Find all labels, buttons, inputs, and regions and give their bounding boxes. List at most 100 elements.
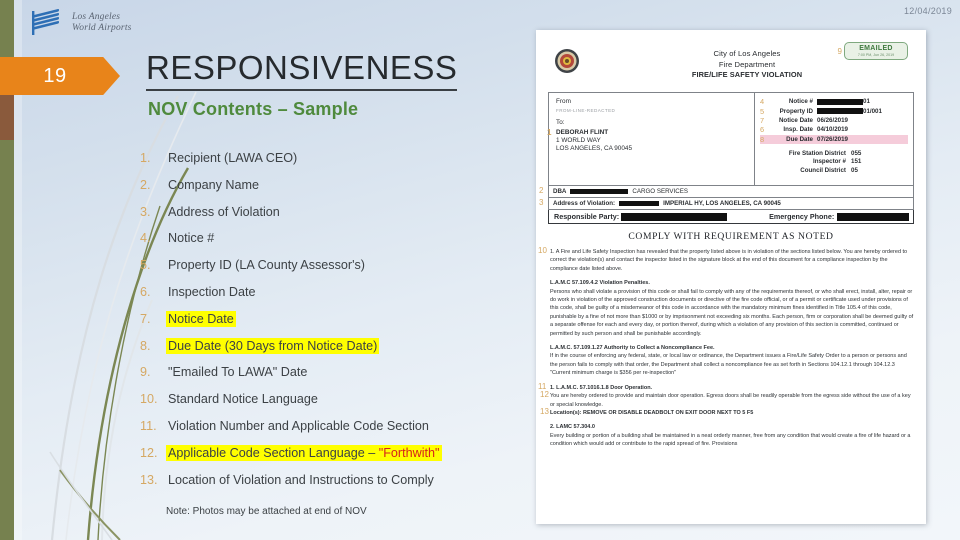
station-field-row: Council District 05 — [760, 166, 908, 175]
nov-list-note: Note: Photos may be attached at end of N… — [166, 506, 367, 518]
violation-1-location: Location(s): REMOVE OR DISABLE DEADBOLT … — [550, 409, 754, 416]
notice-field-value: 07/26/2019 — [817, 135, 848, 143]
notice-field-label: Notice Date — [778, 116, 813, 124]
callout-9: 9 — [837, 47, 842, 56]
fee-paragraph: If in the course of enforcing any federa… — [550, 353, 907, 368]
nov-list-item: 4. Notice # — [140, 230, 520, 257]
station-field-label: Fire Station District — [788, 149, 846, 157]
nov-list-item-number: 8. — [140, 338, 151, 353]
nov-list-item: 11. Violation Number and Applicable Code … — [140, 418, 520, 445]
nov-list-item-label-text: Applicable Code Section Language – — [168, 445, 379, 460]
nov-list-item-number: 6. — [140, 284, 151, 299]
notice-field-label: Due Date — [786, 135, 813, 143]
nov-list-item: 10. Standard Notice Language — [140, 391, 520, 418]
nov-list-item-label: Notice # — [168, 231, 215, 246]
violation-1-text: You are hereby ordered to provide and ma… — [550, 393, 911, 408]
dba-value: CARGO SERVICES — [632, 188, 688, 195]
responsible-party-label: Responsible Party: — [554, 212, 620, 221]
dba-row: 2 DBA CARGO SERVICES — [539, 186, 914, 198]
nov-list-item: 5. Property ID (LA County Assessor's) — [140, 257, 520, 284]
emailed-stamp: EMAILED 7:00 PM, Jun 26, 2019 — [844, 42, 908, 60]
nov-list-item-label: Location of Violation and Instructions t… — [168, 472, 434, 487]
recipient-city: LOS ANGELES, CA 90045 — [556, 145, 633, 153]
notice-field-row: 5 Property ID 01/001 — [760, 106, 908, 116]
recipient-street: 1 WORLD WAY — [556, 137, 601, 145]
standard-notice-paragraph: 1. A Fire and Life Safety Inspection has… — [550, 249, 908, 272]
recipient-name: DEBORAH FLINT — [556, 129, 609, 136]
nov-list-item: 1. Recipient (LAWA CEO) — [140, 150, 520, 177]
nov-list-item-label: Standard Notice Language — [168, 392, 318, 407]
emergency-phone-label: Emergency Phone: — [769, 212, 835, 221]
penalty-heading: L.A.M.C 57.109.4.2 Violation Penalties. — [550, 280, 650, 287]
nov-list-item-number: 9. — [140, 365, 151, 380]
recipient-block: 1 DEBORAH FLINT 1 WORLD WAY LOS ANGELES,… — [547, 128, 747, 154]
callout-12: 12 — [540, 390, 549, 400]
lawa-logo-line1: Los Angeles — [72, 12, 121, 22]
nov-list-item-label-accent: "Forthwith" — [378, 445, 440, 460]
nov-list-item-label: Address of Violation — [168, 204, 280, 219]
document-header-line2: Fire Department — [718, 59, 776, 69]
violation-2-block: 2. LAMC 57.304.0 Every building or porti… — [548, 423, 914, 448]
responsible-party-redaction — [621, 212, 728, 221]
nov-list-item-label: Applicable Code Section Language – "Fort… — [166, 444, 442, 461]
address-of-violation-label: Address of Violation: — [553, 200, 616, 207]
nov-list-item-label: "Emailed To LAWA" Date — [168, 365, 308, 380]
station-field-value: 05 — [851, 166, 858, 174]
slide-number-banner: 19 — [0, 57, 120, 95]
notice-field-row: 7 Notice Date 06/26/2019 — [760, 116, 908, 125]
document-notice-fields: 4 Notice # 01 5 Property ID 01/001 7 Notice Dat… — [755, 93, 913, 185]
fee-note: "Current minimum charge is $356 per re-i… — [550, 370, 677, 377]
fee-heading: L.A.M.C. 57.109.1.27 Authority to Collec… — [550, 345, 715, 352]
to-label: To: — [556, 119, 565, 126]
notice-field-callout: 4 — [760, 97, 765, 107]
violation-1-heading: 1. L.A.M.C. 57.1016.1.8 Door Operation. — [550, 384, 653, 391]
notice-field-row: 6 Insp. Date 04/10/2019 — [760, 125, 908, 134]
from-value: FROM-LINE-REDACTED — [556, 108, 616, 113]
comply-heading: COMPLY WITH REQUIREMENT AS NOTED — [628, 231, 834, 242]
standard-notice-language-block: 10 1. A Fire and Life Safety Inspection … — [538, 246, 914, 378]
notice-field-value: 06/26/2019 — [817, 116, 848, 124]
nov-list-item: 9. "Emailed To LAWA" Date — [140, 364, 520, 391]
nov-list-item-number: 4. — [140, 231, 151, 246]
notice-field-label: Insp. Date — [783, 126, 813, 134]
emailed-stamp-timestamp: 7:00 PM, Jun 26, 2019 — [857, 53, 895, 57]
station-field-value: 055 — [851, 149, 862, 157]
nov-list-item-number: 10. — [140, 392, 158, 407]
document-address-notice-grid: From FROM-LINE-REDACTED To: 1 DEBORAH FL… — [547, 92, 914, 186]
notice-field-callout: 5 — [760, 106, 765, 116]
notice-field-callout: 7 — [760, 115, 765, 125]
nov-contents-list: 1. Recipient (LAWA CEO) 2. Company Name 3. Ad… — [140, 150, 520, 517]
notice-field-callout: 8 — [760, 134, 765, 144]
nov-list-item-label: Property ID (LA County Assessor's) — [168, 258, 365, 273]
notice-field-row: 4 Notice # 01 — [760, 97, 908, 106]
nov-list-item-number: 3. — [140, 204, 151, 219]
nov-list-item: 7. Notice Date — [140, 310, 520, 338]
callout-3: 3 — [539, 198, 544, 207]
nov-list-item-number: 7. — [140, 311, 151, 326]
station-field-row: Inspector # 151 — [760, 158, 908, 167]
la-fire-department-seal-icon — [555, 49, 579, 73]
document-header: City of Los Angeles Fire Department FIRE… — [548, 38, 914, 92]
dba-label: DBA — [553, 188, 567, 195]
nov-list-item-label: Company Name — [168, 177, 259, 192]
nov-document-image: City of Los Angeles Fire Department FIRE… — [536, 30, 926, 524]
notice-field-value: 01 — [863, 98, 870, 106]
violation-1-block: 11 1. L.A.M.C. 57.1016.1.8 Door Operatio… — [538, 382, 914, 418]
notice-field-value: 04/10/2019 — [817, 126, 848, 134]
nov-list-item-number: 13. — [140, 472, 158, 487]
penalty-paragraph: Persons who shall violate a provision of… — [550, 288, 914, 337]
notice-field-redaction — [817, 98, 863, 105]
lawa-logo: Los Angeles World Airports — [30, 8, 132, 38]
violation-2-heading: 2. LAMC 57.304.0 — [550, 424, 595, 431]
lawa-logo-text: Los Angeles World Airports — [72, 12, 132, 34]
slide-number: 19 — [43, 64, 67, 87]
document-from-to-block: From FROM-LINE-REDACTED To: 1 DEBORAH FL… — [547, 93, 755, 185]
document-header-line3: FIRE/LIFE SAFETY VIOLATION — [691, 70, 803, 79]
station-field-label: Council District — [800, 166, 846, 174]
nov-list-item-number: 12. — [140, 445, 158, 460]
nov-list-item: 2. Company Name — [140, 177, 520, 204]
nov-list-item: 8. Due Date (30 Days from Notice Date) — [140, 337, 520, 365]
address-of-violation-value: IMPERIAL HY, LOS ANGELES, CA 90045 — [663, 200, 781, 207]
address-of-violation-row: 3 Address of Violation: IMPERIAL HY, LOS… — [539, 198, 914, 210]
address-redaction — [619, 201, 660, 206]
